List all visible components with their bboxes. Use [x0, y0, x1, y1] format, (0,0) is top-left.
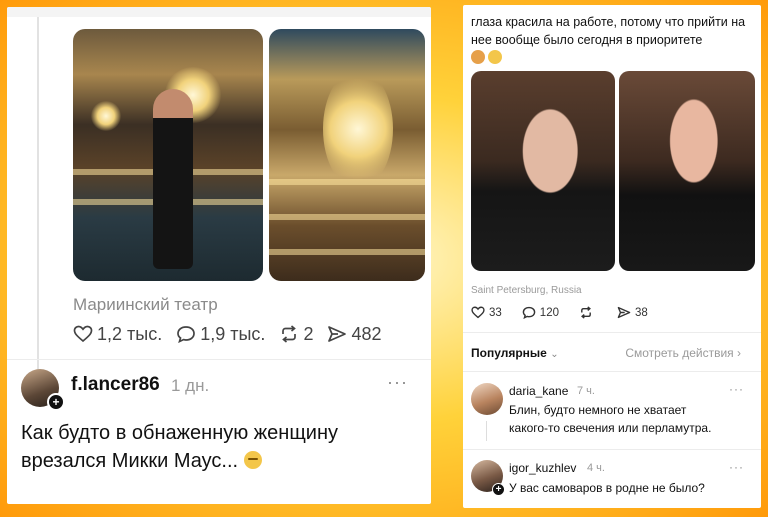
comment-username[interactable]: f.lancer86 — [71, 374, 160, 396]
divider — [463, 371, 761, 372]
share-button[interactable]: 38 — [617, 306, 648, 319]
avatar[interactable] — [471, 383, 503, 415]
comment-text: Как будто в обнаженную женщину врезался … — [21, 419, 338, 475]
share-button[interactable]: 482 — [327, 323, 382, 345]
comment-button[interactable]: 1,9 тыс. — [176, 324, 265, 345]
comment-icon — [522, 306, 536, 319]
actions-label: Смотреть действия — [625, 346, 734, 360]
balcony-rail — [269, 214, 425, 220]
thread-line — [37, 17, 39, 377]
post-photo-1[interactable] — [73, 29, 263, 281]
more-icon[interactable]: ··· — [729, 460, 744, 474]
like-button[interactable]: 1,2 тыс. — [73, 324, 162, 345]
plus-icon[interactable]: + — [492, 483, 505, 496]
view-actions-link[interactable]: Смотреть действия › — [625, 346, 741, 360]
share-icon — [617, 306, 631, 319]
top-fade — [7, 7, 431, 17]
monkey-emoji-icon — [471, 50, 485, 64]
woman-figure — [153, 89, 193, 269]
comment-username[interactable]: daria_kane — [509, 384, 568, 398]
comment-text-line2: врезался Микки Маус... — [21, 450, 239, 472]
post-stats: 1,2 тыс. 1,9 тыс. 2 482 — [73, 323, 396, 345]
divider — [463, 332, 761, 333]
caption-text: глаза красила на работе, потому что прий… — [471, 15, 746, 47]
heart-icon — [73, 325, 93, 343]
like-button[interactable]: 33 — [471, 306, 502, 319]
thread-line — [486, 421, 487, 441]
more-icon[interactable]: ··· — [387, 372, 408, 393]
sort-label: Популярные — [471, 346, 547, 360]
share-count: 482 — [351, 323, 382, 344]
comment-text-line1: Блин, будто немного не хватает — [509, 403, 687, 417]
chandelier-light — [323, 69, 393, 189]
plus-icon[interactable]: + — [47, 393, 65, 411]
share-icon — [328, 326, 347, 342]
left-post-panel: Мариинский театр 1,2 тыс. 1,9 тыс. 2 482… — [7, 7, 431, 504]
comment-username[interactable]: igor_kuzhlev — [509, 461, 576, 475]
balcony-rail — [269, 249, 425, 255]
heart-icon — [471, 306, 485, 319]
balcony-rail — [269, 179, 425, 185]
chevron-down-icon: ⌄ — [550, 349, 559, 360]
post-photo-1[interactable] — [471, 71, 615, 271]
repost-button[interactable] — [579, 306, 597, 319]
like-count: 33 — [489, 306, 502, 319]
post-photo-2[interactable] — [619, 71, 755, 271]
right-post-panel: глаза красила на работе, потому что прий… — [463, 5, 761, 508]
repost-count: 2 — [303, 323, 314, 344]
comment-count: 1,9 тыс. — [200, 323, 266, 344]
comment-count: 120 — [539, 306, 559, 319]
divider — [463, 449, 761, 450]
repost-icon — [282, 325, 297, 343]
post-location[interactable]: Saint Petersburg, Russia — [471, 285, 582, 296]
more-icon[interactable]: ··· — [729, 382, 744, 396]
repost-button[interactable]: 2 — [279, 324, 313, 345]
comment-time: 4 ч. — [587, 462, 605, 474]
like-count: 1,2 тыс. — [97, 323, 163, 344]
comment-icon — [177, 326, 196, 343]
post-stats: 33 120 38 — [471, 306, 668, 319]
divider — [7, 359, 431, 360]
comment-time: 1 дн. — [171, 376, 210, 395]
lamp-light — [91, 101, 121, 131]
comment-text-line1: Как будто в обнаженную женщину — [21, 422, 339, 444]
post-location[interactable]: Мариинский театр — [73, 295, 218, 315]
comment-text-line2: какого-то свечения или перламутра. — [509, 421, 712, 435]
repost-icon — [581, 306, 591, 319]
comment-text: Блин, будто немного не хватает какого-то… — [509, 401, 711, 437]
post-photo-2[interactable] — [269, 29, 425, 281]
comment-button[interactable]: 120 — [522, 306, 559, 319]
sort-dropdown[interactable]: Популярные ⌄ — [471, 346, 559, 360]
chevron-right-icon: › — [737, 346, 741, 360]
comment-time: 7 ч. — [577, 385, 595, 397]
share-count: 38 — [634, 306, 648, 319]
comment-text: У вас самоваров в родне не было? — [509, 481, 705, 495]
face-emoji-icon — [243, 451, 262, 469]
post-caption: глаза красила на работе, потому что прий… — [471, 13, 756, 67]
laugh-emoji-icon — [488, 50, 502, 64]
